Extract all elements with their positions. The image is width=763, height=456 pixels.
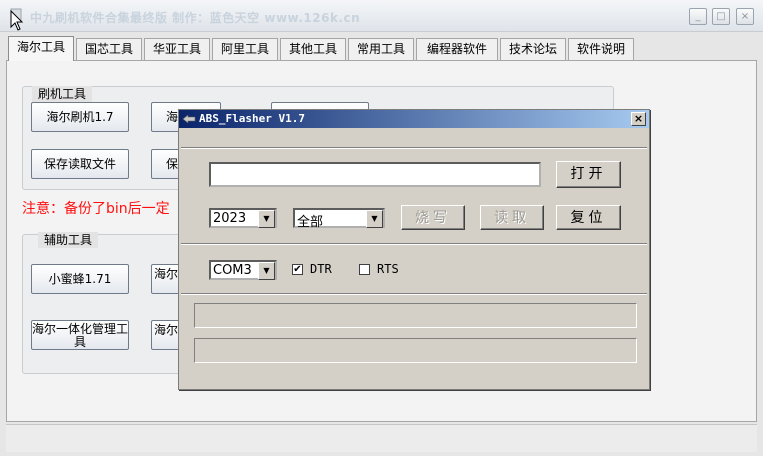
- com-port-value: COM3: [213, 263, 252, 278]
- tab-tech-forum[interactable]: 技术论坛: [500, 38, 566, 60]
- status-bar: [6, 424, 757, 452]
- mouse-cursor-icon: [10, 10, 24, 31]
- flasher-app-icon: [182, 114, 196, 124]
- dtr-label[interactable]: DTR: [310, 262, 332, 276]
- tab-ali-tools[interactable]: 阿里工具: [212, 38, 278, 60]
- haier-integrated-manager-button[interactable]: 海尔一体化管理工具: [31, 320, 129, 350]
- tab-software-help[interactable]: 软件说明: [568, 38, 634, 60]
- main-window-title: 中九刷机软件合集最终版 制作：蓝色天空 www.126k.cn: [30, 11, 361, 25]
- tab-haier-tools[interactable]: 海尔工具: [8, 36, 74, 61]
- chevron-down-icon[interactable]: ▼: [258, 210, 275, 228]
- tab-huaya-tools[interactable]: 华亚工具: [144, 38, 210, 60]
- aux-tools-group: [22, 234, 202, 374]
- warning-text: 注意：备份了bin后一定: [22, 201, 170, 217]
- dialog-titlebar[interactable]: ABS_Flasher V1.7 ×: [179, 110, 649, 128]
- haier-flash-button[interactable]: 海尔刷机1.7: [31, 102, 129, 132]
- chevron-down-icon[interactable]: ▼: [258, 262, 275, 280]
- flash-tools-legend: 刷机工具: [32, 86, 93, 102]
- chevron-down-icon[interactable]: ▼: [366, 210, 383, 228]
- tab-common-tools[interactable]: 常用工具: [348, 38, 414, 60]
- aux-tools-legend: 辅助工具: [38, 232, 99, 248]
- mode-select[interactable]: 全部 ▼: [293, 208, 385, 230]
- com-port-select[interactable]: COM3 ▼: [209, 260, 277, 280]
- main-window-titlebar[interactable]: 中九刷机软件合集最终版 制作：蓝色天空 www.126k.cn _ □ ×: [0, 0, 763, 32]
- divider: [181, 293, 647, 295]
- close-button[interactable]: ×: [736, 8, 754, 25]
- divider: [181, 147, 647, 149]
- status-field-1: [194, 303, 637, 328]
- rts-checkbox[interactable]: [359, 264, 370, 275]
- burn-button[interactable]: 烧写: [401, 205, 465, 230]
- year-select[interactable]: 2023 ▼: [209, 208, 277, 228]
- read-button[interactable]: 读取: [480, 205, 544, 230]
- save-read-file-button[interactable]: 保存读取文件: [31, 149, 129, 179]
- rts-label[interactable]: RTS: [377, 262, 399, 276]
- xiaomifeng-button[interactable]: 小蜜蜂1.71: [31, 264, 129, 294]
- close-icon: ×: [633, 112, 644, 125]
- close-icon: ×: [740, 11, 750, 22]
- maximize-button[interactable]: □: [712, 8, 730, 25]
- divider: [181, 243, 647, 245]
- checkmark-icon: ✔: [293, 264, 302, 275]
- tab-guoxin-tools[interactable]: 国芯工具: [76, 38, 142, 60]
- tab-programmer-software[interactable]: 编程器软件: [416, 38, 498, 60]
- maximize-icon: □: [716, 11, 726, 22]
- minimize-button[interactable]: _: [689, 8, 707, 25]
- year-select-value: 2023: [213, 211, 247, 226]
- dialog-title: ABS_Flasher V1.7: [199, 112, 305, 125]
- tab-other-tools[interactable]: 其他工具: [280, 38, 346, 60]
- open-button[interactable]: 打开: [556, 161, 621, 188]
- reset-button[interactable]: 复位: [556, 205, 621, 230]
- minimize-icon: _: [695, 11, 701, 22]
- abs-flasher-dialog: ABS_Flasher V1.7 × 打开 2023 ▼ 全部 ▼ 烧写 读取 …: [178, 109, 650, 390]
- mode-select-value: 全部: [297, 215, 324, 230]
- dialog-close-button[interactable]: ×: [631, 112, 646, 126]
- dtr-checkbox[interactable]: ✔: [292, 264, 303, 275]
- status-field-2: [194, 338, 637, 363]
- file-path-input[interactable]: [209, 162, 541, 187]
